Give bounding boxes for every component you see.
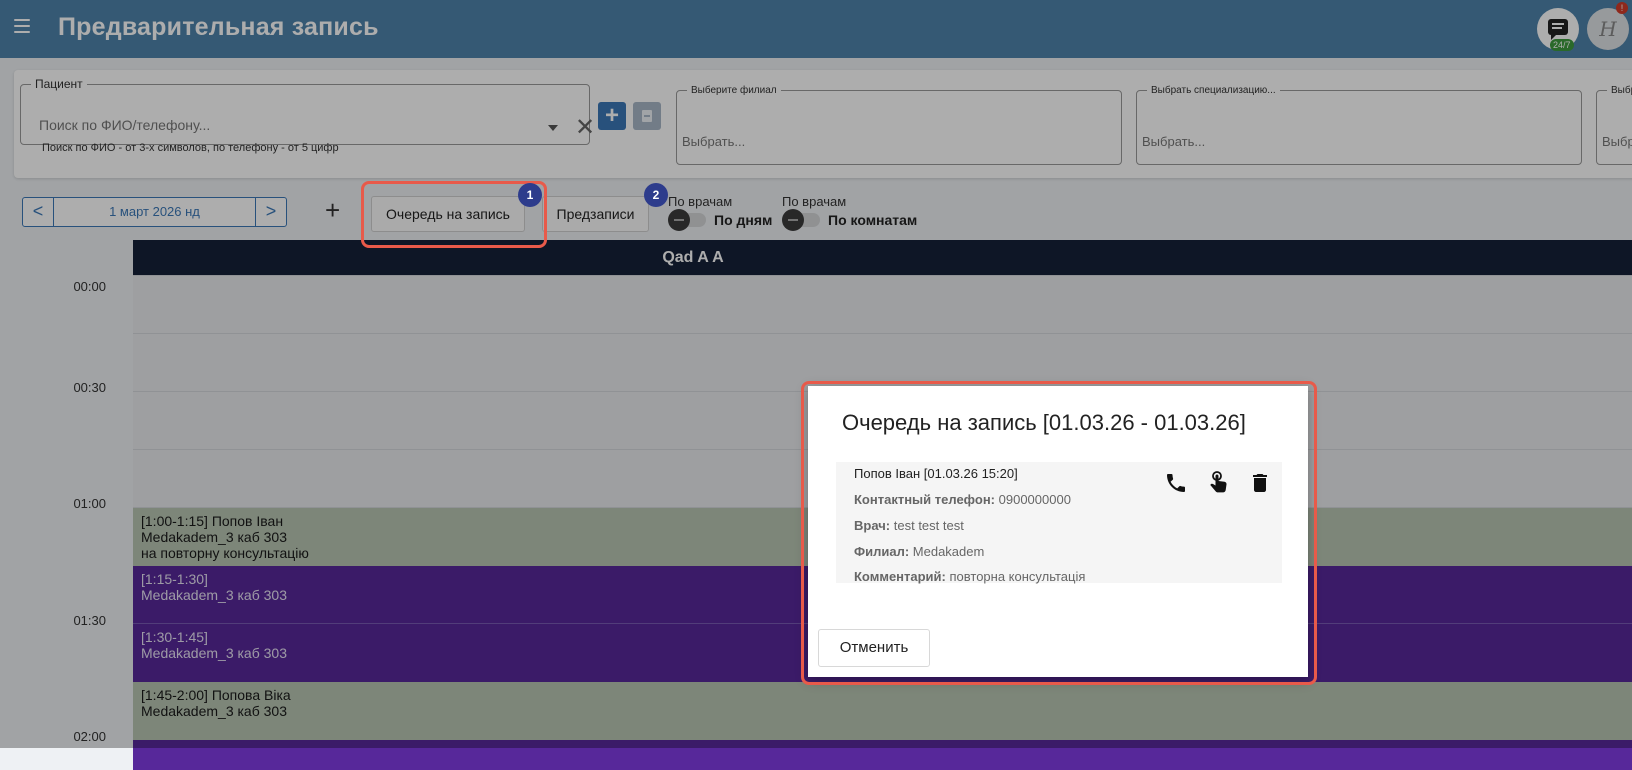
doctor-value: test test test [893,518,964,533]
step-badge-2: 2 [644,183,668,207]
phone-value: 0900000000 [998,492,1071,507]
doctor-row: Врач: test test test [854,518,964,533]
queue-item[interactable]: Попов Іван [01.03.26 15:20] Контактный т… [836,462,1282,584]
queue-item-header: Попов Іван [01.03.26 15:20] [854,466,1018,481]
comment-label: Комментарий: [854,569,946,584]
step-badge-1: 1 [518,183,542,207]
queue-dialog: Очередь на запись [01.03.26 - 01.03.26] … [808,386,1308,677]
phone-row: Контактный телефон: 0900000000 [854,492,1071,507]
trash-icon[interactable] [1248,470,1272,496]
branch-value: Medakadem [912,544,985,559]
branch-row: Филиал: Medakadem [854,544,984,559]
comment-row: Комментарий: повторна консультація [854,569,1085,584]
doctor-label: Врач: [854,518,891,533]
phone-icon[interactable] [1164,470,1188,496]
dialog-title: Очередь на запись [01.03.26 - 01.03.26] [842,410,1246,435]
cancel-button[interactable]: Отменить [818,629,930,667]
hand-pointer-icon[interactable] [1206,470,1230,496]
phone-label: Контактный телефон: [854,492,995,507]
comment-value: повторна консультація [949,569,1086,584]
branch-label: Филиал: [854,544,910,559]
